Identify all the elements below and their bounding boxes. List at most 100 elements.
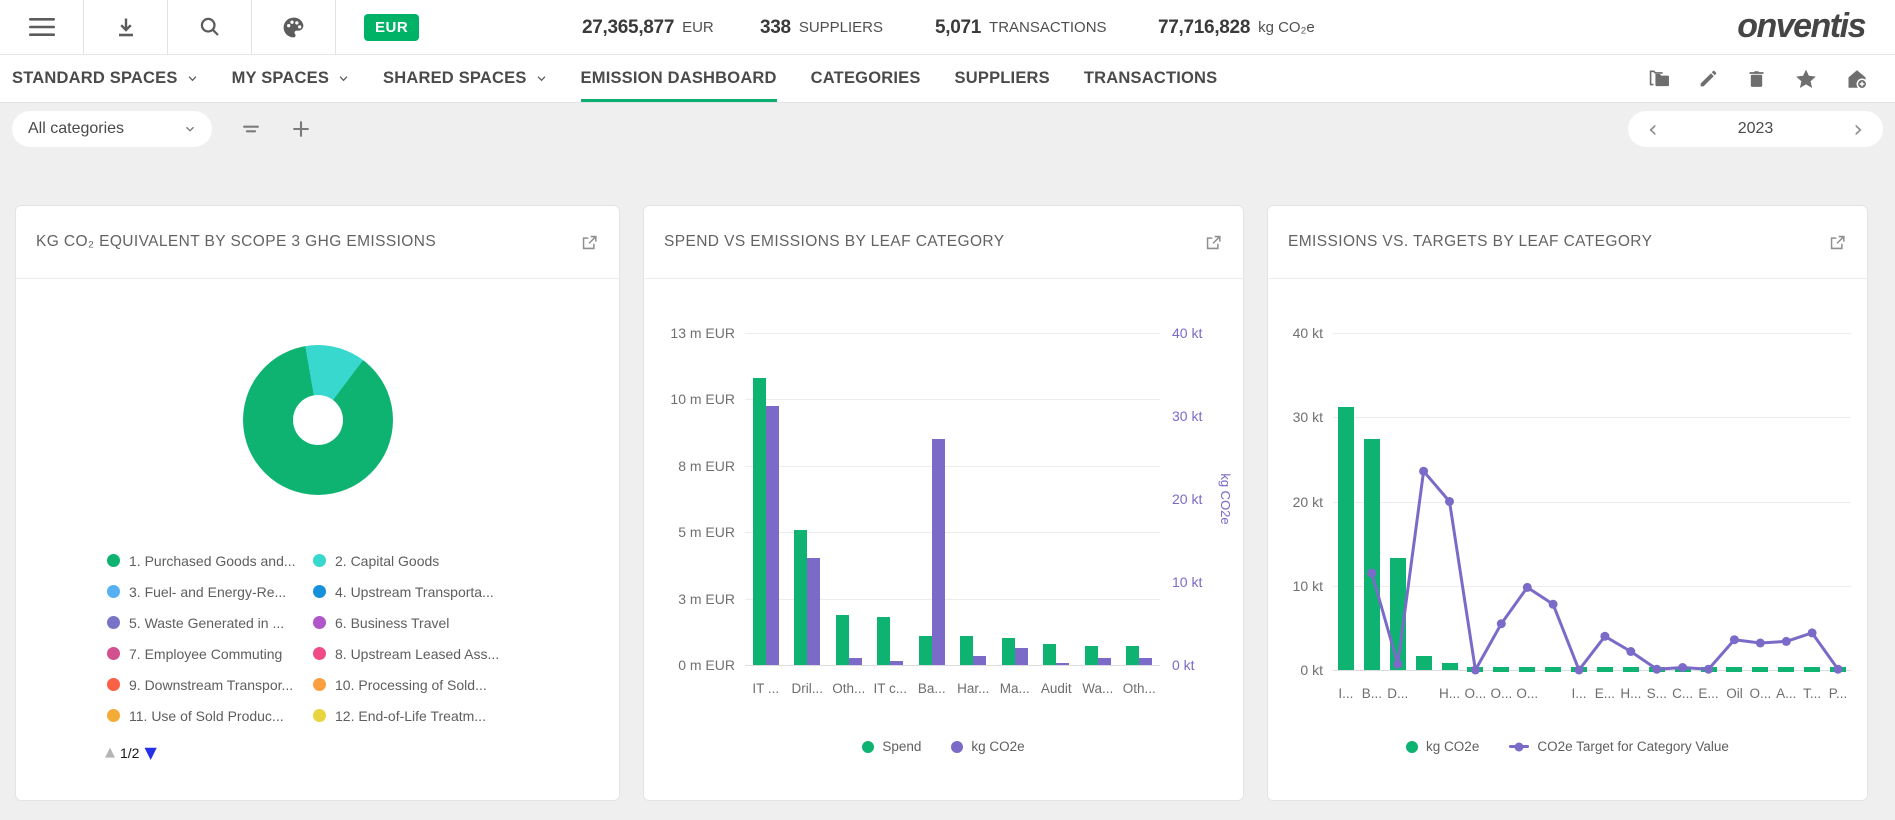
legend-item[interactable]: 10. Processing of Sold...: [313, 669, 619, 700]
pager-up-icon[interactable]: ▲: [105, 745, 115, 760]
year-prev-button[interactable]: ‹: [1648, 114, 1658, 144]
spend-bar: [877, 617, 890, 665]
legend-label: 9. Downstream Transpor...: [129, 677, 293, 693]
nav-item-shared-spaces[interactable]: SHARED SPACES: [383, 55, 547, 102]
legend-item[interactable]: 2. Capital Goods: [313, 545, 619, 576]
co2e-bar: [932, 439, 945, 665]
chevron-down-icon: [338, 73, 349, 84]
x-axis-label: IT ...: [752, 681, 779, 696]
nav-item-categories[interactable]: CATEGORIES: [811, 55, 921, 102]
y-axis-tick-right: 40 kt: [1172, 325, 1202, 341]
x-axis-label: Har...: [957, 681, 989, 696]
download-button[interactable]: [84, 0, 168, 54]
chevron-down-icon: [536, 73, 547, 84]
gridline: [745, 532, 1160, 533]
currency-badge[interactable]: EUR: [364, 14, 419, 41]
nav-item-suppliers[interactable]: SUPPLIERS: [955, 55, 1050, 102]
open-in-new-icon[interactable]: [580, 233, 599, 252]
co2e-bar: [973, 656, 986, 665]
x-axis-label: Audit: [1041, 681, 1072, 696]
dot-marker-icon: [1406, 741, 1418, 753]
legend-label: 6. Business Travel: [335, 615, 449, 631]
dot-marker-icon: [951, 741, 963, 753]
stat-suppliers: 338SUPPLIERS: [760, 0, 883, 55]
legend-item[interactable]: 7. Employee Commuting: [107, 638, 313, 669]
legend-dot: [313, 647, 326, 660]
nav-item-label: MY SPACES: [232, 69, 329, 88]
legend-label: CO2e Target for Category Value: [1537, 739, 1729, 754]
legend-item[interactable]: 11. Use of Sold Produc...: [107, 700, 313, 731]
legend-item[interactable]: [313, 731, 619, 738]
legend-dot: [313, 554, 326, 567]
y-axis-tick: 5 m EUR: [678, 524, 735, 540]
legend-item[interactable]: 8. Upstream Leased Ass...: [313, 638, 619, 669]
legend-item[interactable]: 4. Upstream Transporta...: [313, 576, 619, 607]
x-axis-label: A...: [1776, 686, 1796, 701]
nav-bar: STANDARD SPACES MY SPACES SHARED SPACES EMI…: [0, 55, 1895, 103]
copy-folder-icon[interactable]: [1647, 67, 1670, 90]
legend-item[interactable]: [107, 731, 313, 738]
legend-item[interactable]: 1. Purchased Goods and...: [107, 545, 313, 576]
legend-item[interactable]: 6. Business Travel: [313, 607, 619, 638]
legend-item[interactable]: kg CO2e: [1406, 739, 1479, 754]
legend-item[interactable]: 12. End-of-Life Treatm...: [313, 700, 619, 731]
filter-button[interactable]: [240, 118, 262, 140]
legend-item[interactable]: 5. Waste Generated in ...: [107, 607, 313, 638]
co2e-bar: [766, 406, 779, 665]
delete-icon[interactable]: [1746, 68, 1767, 90]
hamburger-icon: [29, 17, 55, 37]
nav-item-label: EMISSION DASHBOARD: [581, 69, 777, 88]
nav-item-label: STANDARD SPACES: [12, 69, 178, 88]
nav-item-transactions[interactable]: TRANSACTIONS: [1084, 55, 1217, 102]
category-filter-dropdown[interactable]: All categories: [12, 111, 212, 147]
search-button[interactable]: [168, 0, 252, 54]
x-axis-label: I...: [1338, 686, 1353, 701]
x-axis-label: O...: [1749, 686, 1771, 701]
filter-bar: All categories ‹ 2023 ›: [0, 103, 1895, 155]
chevron-down-icon: [184, 123, 196, 135]
stat-label: SUPPLIERS: [799, 19, 883, 36]
x-axis-label: Ba...: [918, 681, 946, 696]
emissions-vs-targets-card: EMISSIONS VS. TARGETS BY LEAF CATEGORY 4…: [1267, 205, 1868, 801]
x-axis-label: Ma...: [1000, 681, 1030, 696]
open-in-new-icon[interactable]: [1828, 233, 1847, 252]
pager-down-icon[interactable]: ▼: [144, 743, 156, 762]
favorite-star-icon[interactable]: [1794, 67, 1818, 91]
year-next-button[interactable]: ›: [1853, 114, 1863, 144]
spend-bar: [836, 615, 849, 665]
theme-button[interactable]: [252, 0, 336, 54]
spend-bar: [1002, 638, 1015, 665]
legend-item[interactable]: 9. Downstream Transpor...: [107, 669, 313, 700]
add-to-home-icon[interactable]: [1845, 67, 1869, 91]
legend-item[interactable]: kg CO2e: [951, 739, 1024, 754]
add-widget-button[interactable]: [290, 118, 312, 140]
nav-items: STANDARD SPACES MY SPACES SHARED SPACES EMI…: [12, 55, 1217, 102]
nav-item-emission-dashboard[interactable]: EMISSION DASHBOARD: [581, 55, 777, 102]
x-axis-label: E...: [1595, 686, 1615, 701]
x-axis-label: IT c...: [873, 681, 907, 696]
legend-label: 5. Waste Generated in ...: [129, 615, 284, 631]
stat-value: 27,365,877: [582, 17, 674, 39]
co2e-bar: [890, 661, 903, 665]
edit-icon[interactable]: [1697, 68, 1719, 90]
nav-item-standard-spaces[interactable]: STANDARD SPACES: [12, 55, 198, 102]
x-axis-label: O...: [1490, 686, 1512, 701]
open-in-new-icon[interactable]: [1204, 233, 1223, 252]
stat-value: 5,071: [935, 17, 981, 39]
y-axis-tick: 8 m EUR: [678, 458, 735, 474]
pager-page: 1/2: [120, 745, 139, 761]
y-axis-tick: 13 m EUR: [670, 325, 735, 341]
legend-item[interactable]: Spend: [862, 739, 921, 754]
menu-button[interactable]: [0, 0, 84, 54]
card-title: EMISSIONS VS. TARGETS BY LEAF CATEGORY: [1288, 233, 1652, 251]
legend-label: 12. End-of-Life Treatm...: [335, 708, 486, 724]
stat-label: EUR: [682, 19, 714, 36]
legend-dot: [107, 678, 120, 691]
legend-item[interactable]: 3. Fuel- and Energy-Re...: [107, 576, 313, 607]
nav-item-my-spaces[interactable]: MY SPACES: [232, 55, 349, 102]
legend-label: 7. Employee Commuting: [129, 646, 282, 662]
scope3-emissions-card: KG CO₂ EQUIVALENT BY SCOPE 3 GHG EMISSIO…: [15, 205, 620, 801]
legend-item[interactable]: CO2e Target for Category Value: [1509, 739, 1729, 754]
legend-dot: [313, 616, 326, 629]
y-axis-tick: 40 kt: [1293, 325, 1323, 341]
